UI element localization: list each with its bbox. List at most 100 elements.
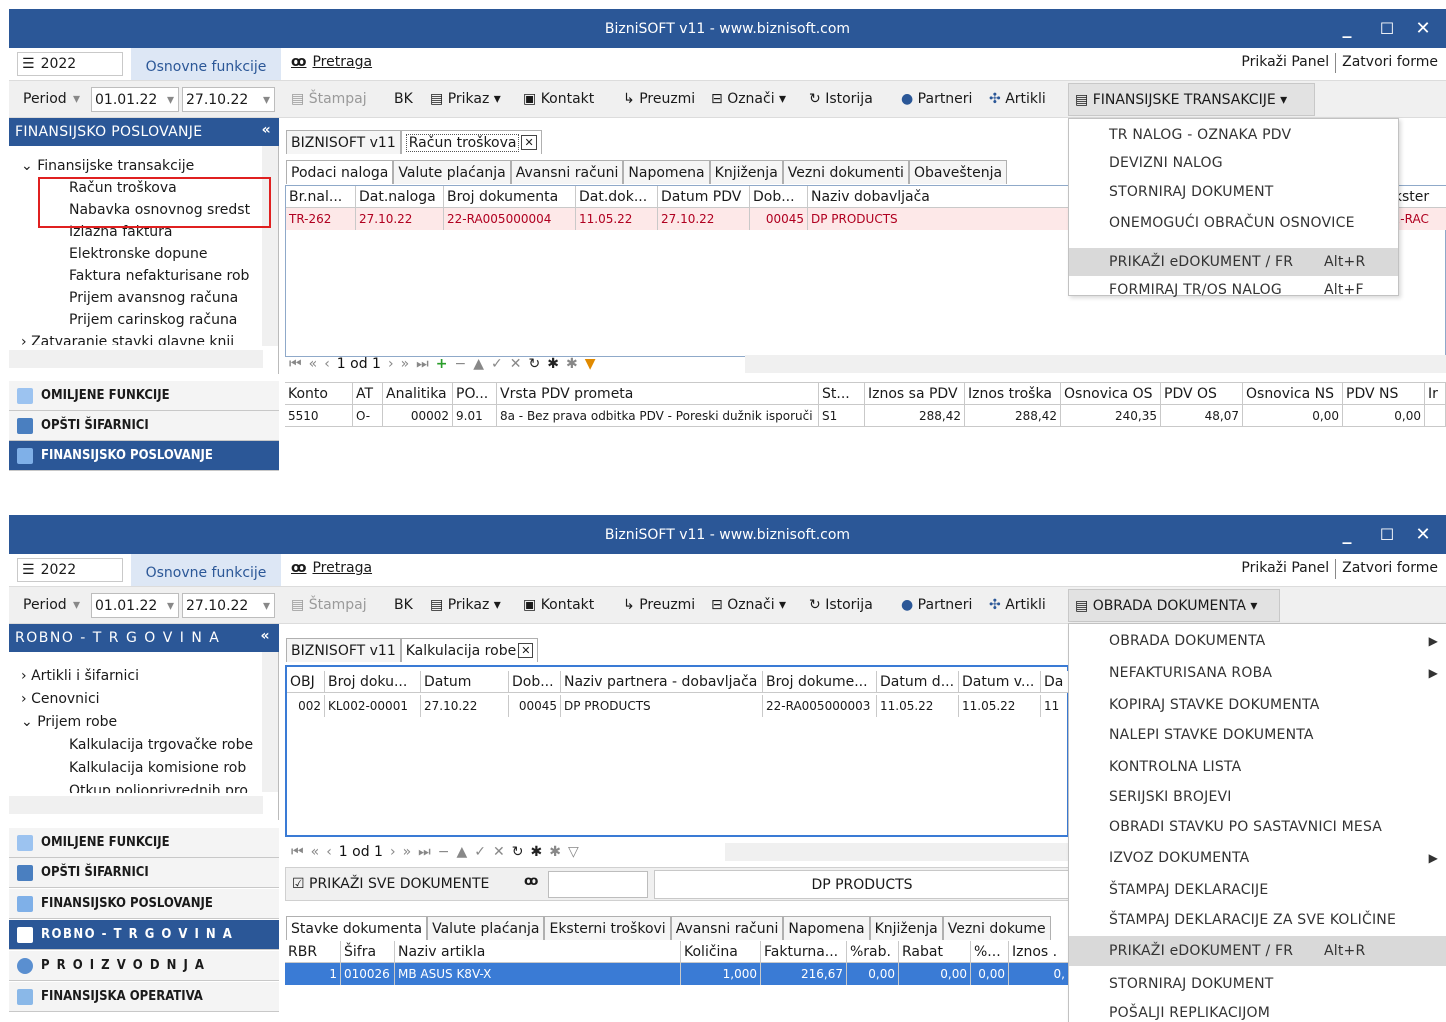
cancel-icon[interactable]: ✕ — [493, 844, 505, 860]
tree-item-kalk-trg[interactable]: Kalkulacija trgovačke robe — [69, 737, 253, 759]
prev-icon[interactable]: ‹ — [324, 356, 330, 372]
menu-item[interactable]: KOPIRAJ STAVKE DOKUMENTA — [1069, 690, 1446, 720]
date-from-field[interactable]: 01.01.22 ▾ — [91, 87, 179, 112]
nav-production[interactable]: P R O I Z V O D N J A — [9, 951, 279, 981]
binoculars-icon[interactable]: ꝏ — [524, 874, 538, 889]
next-page-icon[interactable]: » — [401, 356, 410, 372]
sub-tab[interactable]: Knjiženja — [709, 160, 783, 184]
sub-tab[interactable]: Podaci naloga — [286, 160, 394, 184]
filter-icon[interactable]: ▼ — [585, 356, 596, 372]
tree-node-cenovnici[interactable]: › Cenovnici — [21, 691, 100, 713]
table-cell[interactable]: 11 — [1041, 695, 1071, 717]
menu-item[interactable]: ŠTAMPAJ DEKLARACIJE — [1069, 875, 1446, 905]
last-icon[interactable]: ⏭ — [418, 844, 431, 860]
asterisk-icon[interactable]: ✱ — [547, 356, 559, 372]
table-cell[interactable]: 002 — [287, 695, 325, 717]
column-header[interactable]: PO... — [453, 383, 497, 404]
tree-hscrollbar[interactable] — [9, 796, 263, 814]
table-cell[interactable]: 11.05.22 — [877, 695, 959, 717]
table-row[interactable]: 1 010026 MB ASUS K8V-X 1,000 216,67 0,00 0,00 0… — [285, 963, 1069, 985]
download-button[interactable]: ↳ Preuzmi — [623, 597, 695, 613]
grid-hscrollbar[interactable] — [745, 355, 1446, 373]
column-header[interactable]: PDV OS — [1161, 383, 1243, 404]
sub-tab[interactable]: Stavke dokumenta — [286, 916, 428, 940]
column-header[interactable]: Dob... — [750, 186, 808, 207]
menu-item[interactable]: FORMIRAJ TR/OS NALOG Alt+F — [1069, 276, 1398, 304]
column-header[interactable]: PDV NS — [1343, 383, 1425, 404]
table-cell[interactable]: 27.10.22 — [421, 695, 509, 717]
date-to-field[interactable]: 27.10.22 ▾ — [182, 87, 275, 112]
table-cell[interactable]: 0,00 — [1243, 405, 1343, 426]
menu-item[interactable]: NEFAKTURISANA ROBA ▶ — [1069, 658, 1446, 688]
column-header[interactable]: OBJ — [287, 671, 325, 692]
table-cell[interactable]: 240,35 — [1061, 405, 1161, 426]
collapse-icon[interactable]: « — [260, 628, 271, 644]
view-button[interactable]: ▤ Prikaz ▾ — [430, 597, 501, 613]
menu-item[interactable]: OBRADA DOKUMENTA ▶ — [1069, 626, 1446, 656]
up-icon[interactable]: ▲ — [473, 356, 484, 372]
table-cell[interactable]: 010026 — [341, 963, 395, 985]
table-cell[interactable]: 8a - Bez prava odbitka PDV - Poreski duž… — [497, 405, 819, 426]
column-header[interactable]: RBR — [285, 941, 341, 962]
prev-page-icon[interactable]: « — [311, 844, 320, 860]
close-tab-icon[interactable]: ✕ — [521, 135, 537, 150]
sub-tab[interactable]: Eksterni troškovi — [544, 916, 671, 940]
asterisk-light-icon[interactable]: ✱ — [566, 356, 578, 372]
column-header[interactable]: Iznos . — [1009, 941, 1069, 962]
table-cell[interactable]: 22-RA005000004 — [444, 208, 576, 230]
column-header[interactable]: Analitika — [383, 383, 453, 404]
menu-item[interactable]: PRIKAŽI eDOKUMENT / FR Alt+R — [1069, 936, 1446, 966]
menu-item[interactable]: KONTROLNA LISTA — [1069, 752, 1446, 782]
mark-button[interactable]: ⊟ Označi ▾ — [711, 597, 786, 613]
sub-tab[interactable]: Knjiženja — [869, 916, 943, 940]
table-cell[interactable]: S1 — [819, 405, 865, 426]
column-header[interactable]: Datum v... — [959, 671, 1041, 692]
show-panel-link[interactable]: Prikaži Panel — [1241, 560, 1329, 579]
column-header[interactable]: Konto — [285, 383, 353, 404]
last-icon[interactable]: ⏭ — [416, 356, 429, 372]
collapse-icon[interactable]: « — [262, 122, 271, 138]
menu-item[interactable]: STORNIRAJ DOKUMENT — [1069, 178, 1398, 206]
table-cell[interactable]: 0,00 — [1343, 405, 1425, 426]
column-header[interactable]: AT — [353, 383, 383, 404]
nav-general-codes[interactable]: OPŠTI ŠIFARNICI — [9, 411, 279, 441]
obrada-dokumenta-dropdown[interactable]: ▤ OBRADA DOKUMENTA ▾ — [1068, 589, 1280, 622]
table-row[interactable]: 002 KL002-00001 27.10.22 00045 DP PRODUCTS 22… — [287, 695, 1071, 717]
table-cell[interactable]: 27.10.22 — [356, 208, 444, 230]
table-cell[interactable]: 00002 — [383, 405, 453, 426]
table-cell[interactable]: 00045 — [750, 208, 808, 230]
asterisk-icon[interactable]: ✱ — [530, 844, 542, 860]
partners-button[interactable]: ● Partneri — [901, 597, 972, 613]
finansijske-transakcije-dropdown[interactable]: ▤ FINANSIJSKE TRANSAKCIJE ▾ — [1068, 83, 1315, 116]
column-header[interactable]: Broj dokume... — [763, 671, 877, 692]
column-header[interactable]: Iznos troška — [965, 383, 1061, 404]
table-cell[interactable]: 1 — [285, 963, 341, 985]
table-cell[interactable]: 22-RA005000003 — [763, 695, 877, 717]
grid-hscrollbar[interactable] — [725, 843, 1069, 861]
tree-node-zatvaranje[interactable]: › Zatvaranje stavki glavne knji — [21, 334, 234, 345]
table-cell[interactable]: 0,00 — [899, 963, 971, 985]
table-cell[interactable]: 11.05.22 — [959, 695, 1041, 717]
table-cell[interactable]: 216,67 — [761, 963, 847, 985]
column-header[interactable]: Da — [1041, 671, 1071, 692]
column-header[interactable]: Rabat — [899, 941, 971, 962]
menu-item[interactable]: ONEMOGUĆI OBRAČUN OSNOVICE — [1069, 209, 1398, 237]
table-cell[interactable]: KL002-00001 — [325, 695, 421, 717]
table-cell[interactable]: 1,000 — [681, 963, 761, 985]
check-icon[interactable]: ✓ — [474, 844, 486, 860]
menu-item[interactable]: IZVOZ DOKUMENTA ▶ — [1069, 843, 1446, 873]
table-cell[interactable]: 9.01 — [453, 405, 497, 426]
column-header[interactable]: Naziv partnera - dobavljača — [561, 671, 763, 692]
table-cell[interactable]: 5510 — [285, 405, 353, 426]
print-button[interactable]: ▤ Štampaj — [291, 91, 367, 107]
table-cell[interactable]: 00045 — [509, 695, 561, 717]
tree-scrollbar[interactable] — [262, 146, 278, 346]
column-header[interactable]: Br.nal... — [286, 186, 356, 207]
close-forms-link[interactable]: Zatvori forme — [1342, 560, 1438, 579]
table-cell[interactable]: 0,00 — [971, 963, 1009, 985]
tab-osnovne-funkcije[interactable]: Osnovne funkcije — [131, 554, 281, 586]
sub-tab[interactable]: Vezni dokumenti — [782, 160, 909, 184]
tab-osnovne-funkcije[interactable]: Osnovne funkcije — [131, 48, 281, 80]
tab-biznisoft[interactable]: BIZNISOFT v11 — [286, 638, 401, 662]
table-cell[interactable]: 48,07 — [1161, 405, 1243, 426]
